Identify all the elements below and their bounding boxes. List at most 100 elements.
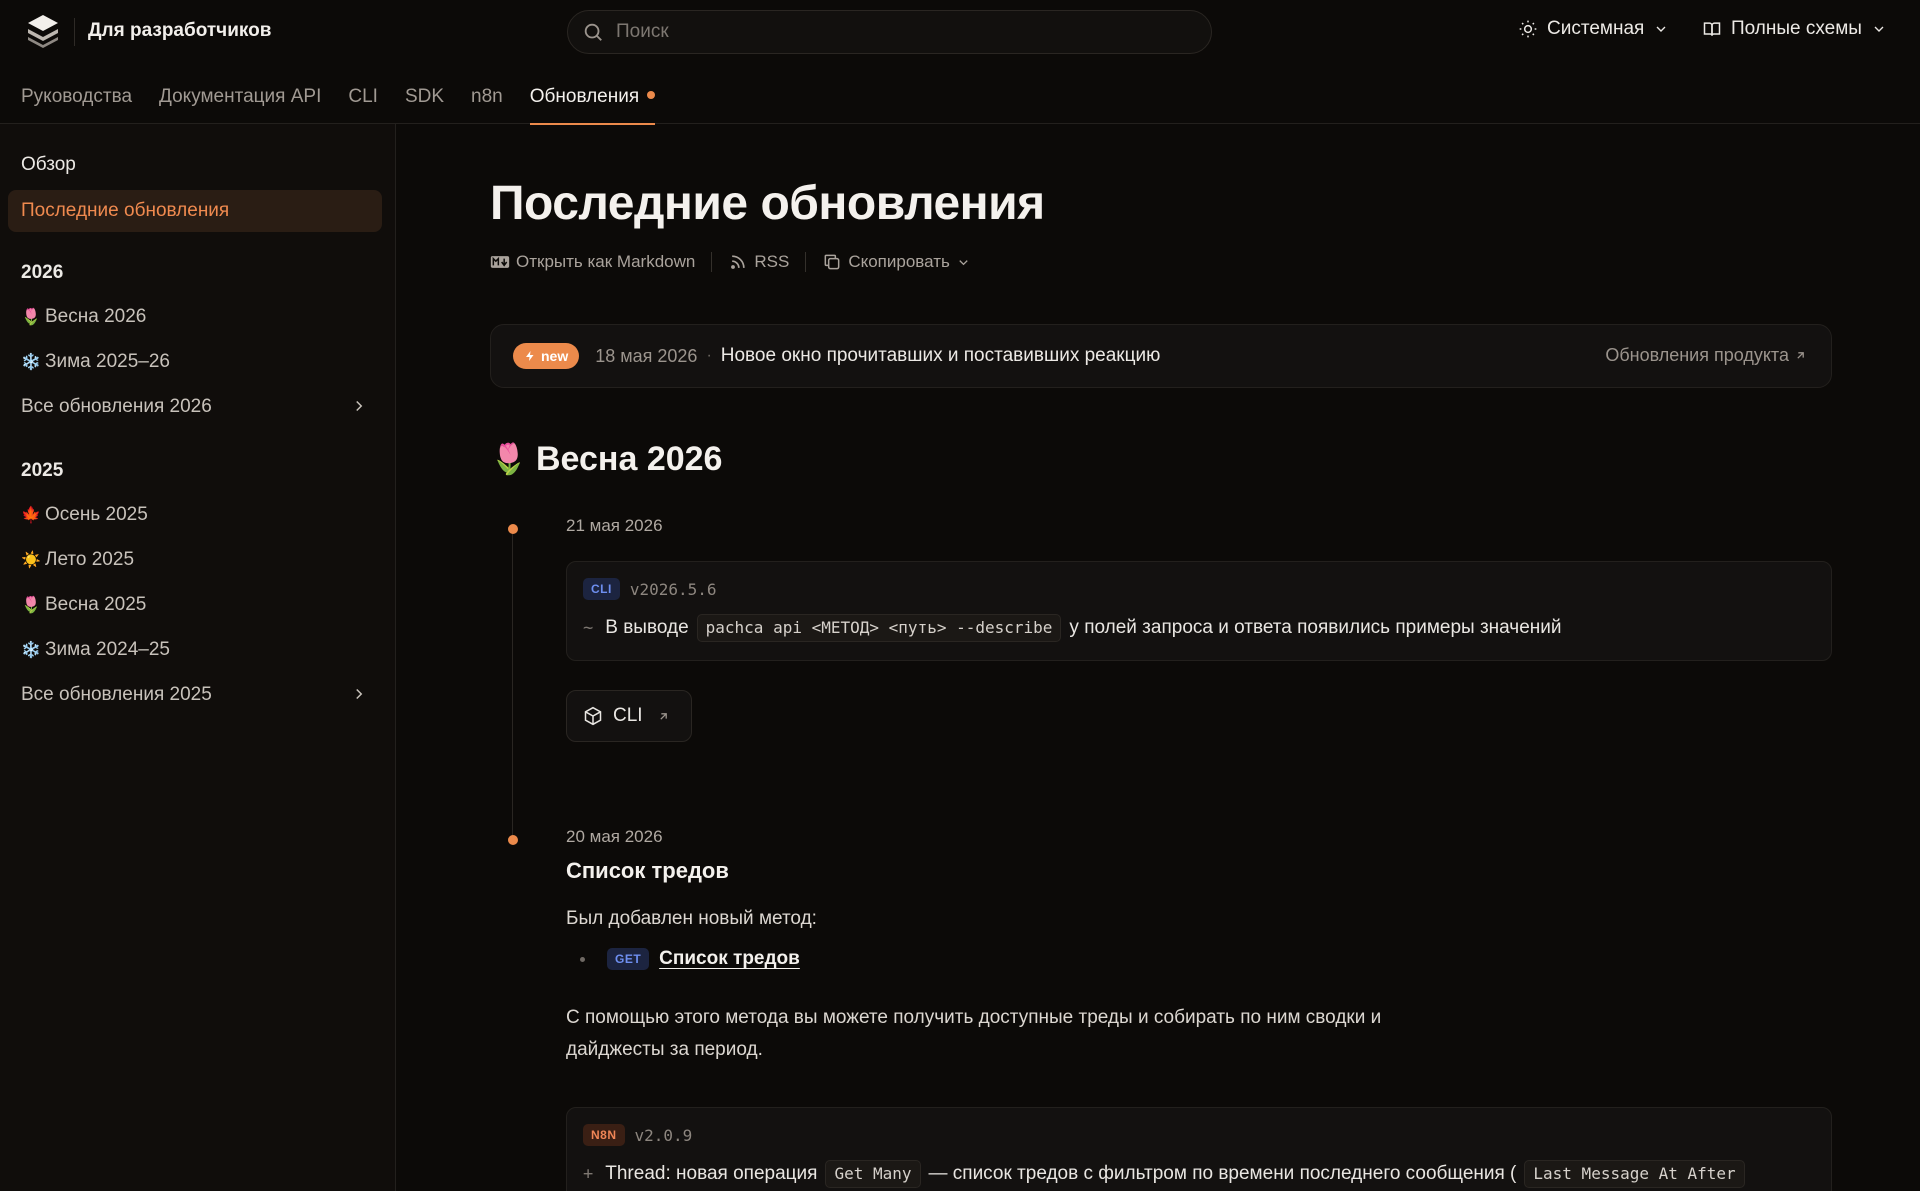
top-bar: Для разработчиков Системная Полные схемы [0, 0, 1920, 64]
open-markdown-button[interactable]: Открыть как Markdown [490, 252, 695, 272]
sidebar-item-all-2026[interactable]: Все обновления 2026 [8, 386, 382, 428]
tab-guides[interactable]: Руководства [21, 78, 132, 124]
get-method-badge: GET [607, 948, 650, 970]
logo-divider [74, 18, 75, 46]
tab-updates[interactable]: Обновления [529, 78, 656, 125]
sidebar-item-label: Все обновления 2025 [21, 684, 212, 705]
cli-link-button[interactable]: CLI [566, 690, 692, 742]
tulip-icon: 🌷 [21, 309, 41, 326]
new-indicator-dot [647, 91, 656, 99]
search-box[interactable] [567, 10, 1212, 54]
tab-cli[interactable]: CLI [348, 78, 378, 124]
banner-separator: · [706, 347, 712, 364]
change-text-after: у полей запроса и ответа появились приме… [1069, 617, 1562, 638]
sidebar-item-summer-2025[interactable]: ☀️ Лето 2025 [8, 539, 382, 581]
tab-n8n[interactable]: n8n [471, 78, 503, 124]
chevron-right-icon [356, 688, 363, 700]
rss-button[interactable]: RSS [728, 252, 789, 272]
banner-text: Новое окно прочитавших и поставивших реа… [720, 345, 1161, 366]
schemas-label: Полные схемы [1731, 18, 1862, 39]
sidebar-item-autumn-2025[interactable]: 🍁 Осень 2025 [8, 494, 382, 536]
book-open-icon [1703, 22, 1721, 36]
sidebar-item-spring-2025[interactable]: 🌷 Весна 2025 [8, 584, 382, 626]
version-label: v2.0.9 [634, 1125, 693, 1145]
timeline-line [512, 528, 513, 838]
search-icon [584, 23, 602, 41]
inline-code: Last Message At After [1524, 1160, 1745, 1188]
snowflake-icon: ❄️ [21, 354, 41, 371]
version-label: v2026.5.6 [629, 579, 717, 599]
sidebar-item-winter-2025-26[interactable]: ❄️ Зима 2025–26 [8, 341, 382, 383]
bullet-dot [580, 956, 585, 962]
inline-code: Get Many [825, 1160, 921, 1188]
sidebar-item-label: Осень 2025 [45, 504, 148, 525]
copy-icon [824, 254, 840, 270]
search-input[interactable] [616, 21, 1176, 43]
entry-date: 20 мая 2026 [566, 827, 663, 846]
copy-button[interactable]: Скопировать [822, 252, 971, 272]
card-header: CLI v2026.5.6 [583, 578, 717, 600]
package-icon [584, 706, 602, 726]
copy-label: Скопировать [848, 252, 950, 271]
chevron-down-icon [1656, 26, 1666, 32]
snowflake-icon: ❄️ [21, 642, 41, 659]
entry-intro: Был добавлен новый метод: [566, 908, 817, 929]
entry-description-line1: С помощью этого метода вы можете получит… [566, 1007, 1382, 1028]
theme-toggle-button[interactable]: Системная [1518, 18, 1669, 40]
markdown-icon [490, 256, 510, 268]
layers-logo-icon[interactable] [24, 12, 62, 50]
sidebar-item-overview[interactable]: Обзор [8, 144, 382, 186]
sun-icon [1519, 20, 1537, 38]
divider [711, 252, 713, 272]
maple-leaf-icon: 🍁 [21, 507, 41, 524]
banner-date: 18 мая 2026 [595, 345, 698, 366]
section-title: 🌷 Весна 2026 [490, 440, 722, 479]
announcement-banner[interactable]: new 18 мая 2026 · Новое окно прочитавших… [490, 324, 1832, 388]
sidebar-item-label: Весна 2026 [45, 306, 147, 327]
brand-title[interactable]: Для разработчиков [88, 20, 271, 42]
sidebar-item-label: Лето 2025 [45, 549, 135, 570]
change-symbol: + [583, 1164, 594, 1184]
sidebar-item-latest[interactable]: Последние обновления [8, 190, 382, 232]
change-line: + Thread: новая операция Get Many — спис… [583, 1160, 1753, 1188]
tulip-icon: 🌷 [490, 443, 528, 476]
new-badge: new [513, 343, 580, 369]
open-markdown-label: Открыть как Markdown [516, 252, 696, 271]
sidebar-item-all-2025[interactable]: Все обновления 2025 [8, 674, 382, 716]
tab-api-docs[interactable]: Документация API [159, 78, 321, 124]
change-text-before: В выводе [605, 617, 689, 638]
section-title-label: Весна 2026 [536, 440, 723, 478]
page-actions: Открыть как Markdown RSS Скопировать [490, 252, 971, 272]
sidebar-item-label: Зима 2024–25 [45, 639, 170, 660]
full-schemas-button[interactable]: Полные схемы [1702, 18, 1887, 40]
rss-icon [731, 255, 746, 269]
inline-code: pachca api <МЕТОД> <путь> --describe [696, 614, 1062, 642]
chevron-right-icon [356, 400, 363, 412]
timeline-dot [508, 835, 518, 845]
arrow-up-right-icon [1797, 352, 1804, 359]
entry-description-line2: дайджесты за период. [566, 1039, 763, 1060]
rss-label: RSS [754, 252, 790, 271]
page-title: Последние обновления [490, 177, 1045, 230]
sidebar: Обзор Последние обновления 2026 🌷 Весна … [0, 124, 396, 1191]
change-text-before: Thread: новая операция [605, 1163, 818, 1184]
sidebar-item-label: Весна 2025 [45, 594, 147, 615]
sidebar-item-spring-2026[interactable]: 🌷 Весна 2026 [8, 296, 382, 338]
divider [805, 252, 807, 272]
product-updates-link[interactable]: Обновления продукта [1605, 345, 1807, 366]
sidebar-item-winter-2024-25[interactable]: ❄️ Зима 2024–25 [8, 629, 382, 671]
entry-date: 21 мая 2026 [566, 516, 663, 535]
sidebar-item-label: Зима 2025–26 [45, 351, 170, 372]
sidebar-year-2025: 2025 [21, 460, 64, 481]
sidebar-year-2026: 2026 [21, 262, 64, 283]
timeline-dot [508, 524, 518, 534]
card-header: N8N v2.0.9 [583, 1124, 692, 1146]
sun-icon: ☀️ [21, 552, 41, 569]
change-line: ~ В выводе pachca api <МЕТОД> <путь> --d… [583, 614, 1562, 642]
arrow-up-right-icon [659, 712, 667, 720]
tab-sdk[interactable]: SDK [405, 78, 444, 124]
method-list-item: GET Список тредов [580, 948, 800, 970]
method-link[interactable]: Список тредов [659, 948, 800, 970]
main-nav: Руководства Документация API CLI SDK n8n… [0, 78, 682, 125]
n8n-badge: N8N [583, 1124, 625, 1146]
